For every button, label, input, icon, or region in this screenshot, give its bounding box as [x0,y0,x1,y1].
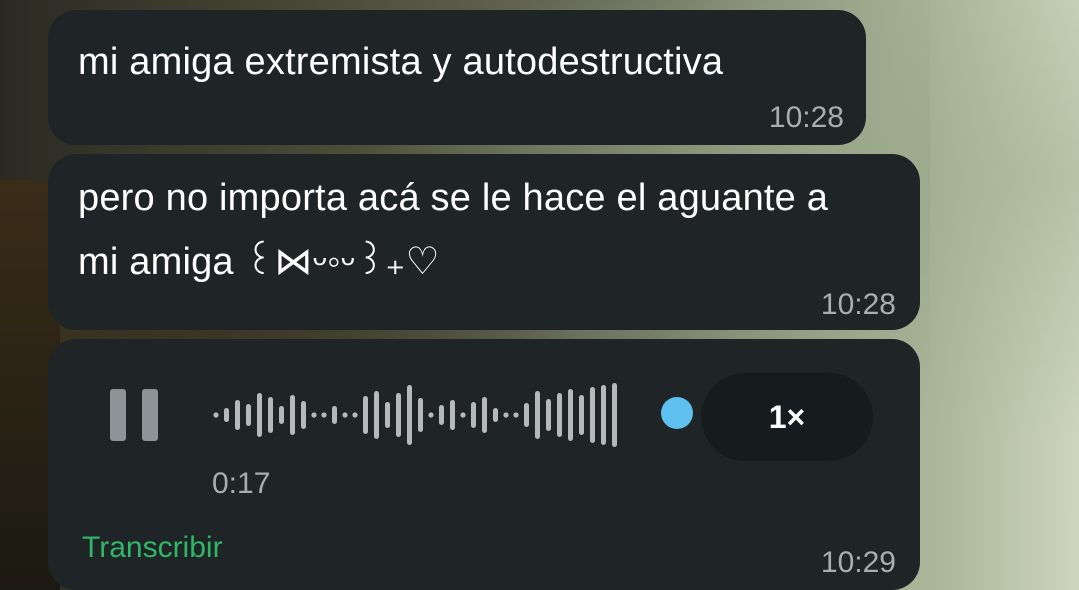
waveform-bar [471,402,476,428]
waveform-bar [396,393,401,437]
waveform-dot [513,412,519,418]
waveform-dot [503,412,509,418]
waveform-bar [418,398,423,432]
waveform-bar [363,396,368,434]
waveform-bar [407,385,412,445]
message-text: pero no importa acá se le hace el aguant… [78,177,829,283]
waveform-bar [224,408,229,422]
message-time: 10:28 [768,101,844,134]
waveform-bar [374,391,379,439]
waveform-bar [546,399,551,431]
waveform-dot [311,412,317,418]
waveform-bar [493,408,498,422]
waveform-dot [428,412,434,418]
waveform-bar [612,383,617,447]
waveform-dot [321,412,327,418]
waveform-bar [279,406,284,424]
waveform-bar [257,393,262,437]
waveform-bar [590,387,595,443]
message-time: 10:28 [820,288,896,321]
waveform-bar [439,405,444,425]
message-bubble[interactable]: pero no importa acá se le hace el aguant… [48,154,920,330]
waveform-bar [579,395,584,435]
waveform-dot [352,412,358,418]
voice-waveform[interactable] [210,383,670,447]
waveform-bar [450,400,455,430]
waveform-dot [460,412,466,418]
seek-handle[interactable] [661,397,693,429]
waveform-bar [482,397,487,433]
waveform-bar [301,401,306,429]
waveform-bar [246,404,251,426]
waveform-bar [568,389,573,441]
waveform-bar [235,400,240,430]
playback-speed-button[interactable]: 1× [701,373,873,461]
waveform-dot [342,412,348,418]
waveform-bar [268,397,273,433]
waveform-bar [524,403,529,427]
wallpaper-shape [930,0,1079,590]
message-time: 10:29 [820,546,896,579]
voice-duration: 0:17 [212,467,271,500]
waveform-bar [290,395,295,435]
transcribe-button[interactable]: Transcribir [82,531,223,565]
pause-icon[interactable] [110,387,164,443]
waveform-bar [385,402,390,428]
message-bubble[interactable]: mi amiga extremista y autodestructiva 10… [48,10,866,145]
waveform-bar [332,406,337,424]
voice-message-bubble[interactable]: 1× 0:17 Transcribir 10:29 [48,339,920,590]
message-text: mi amiga extremista y autodestructiva [78,41,724,83]
waveform-bar [557,393,562,437]
waveform-dot [213,412,219,418]
waveform-bar [601,385,606,445]
waveform-bar [535,391,540,439]
